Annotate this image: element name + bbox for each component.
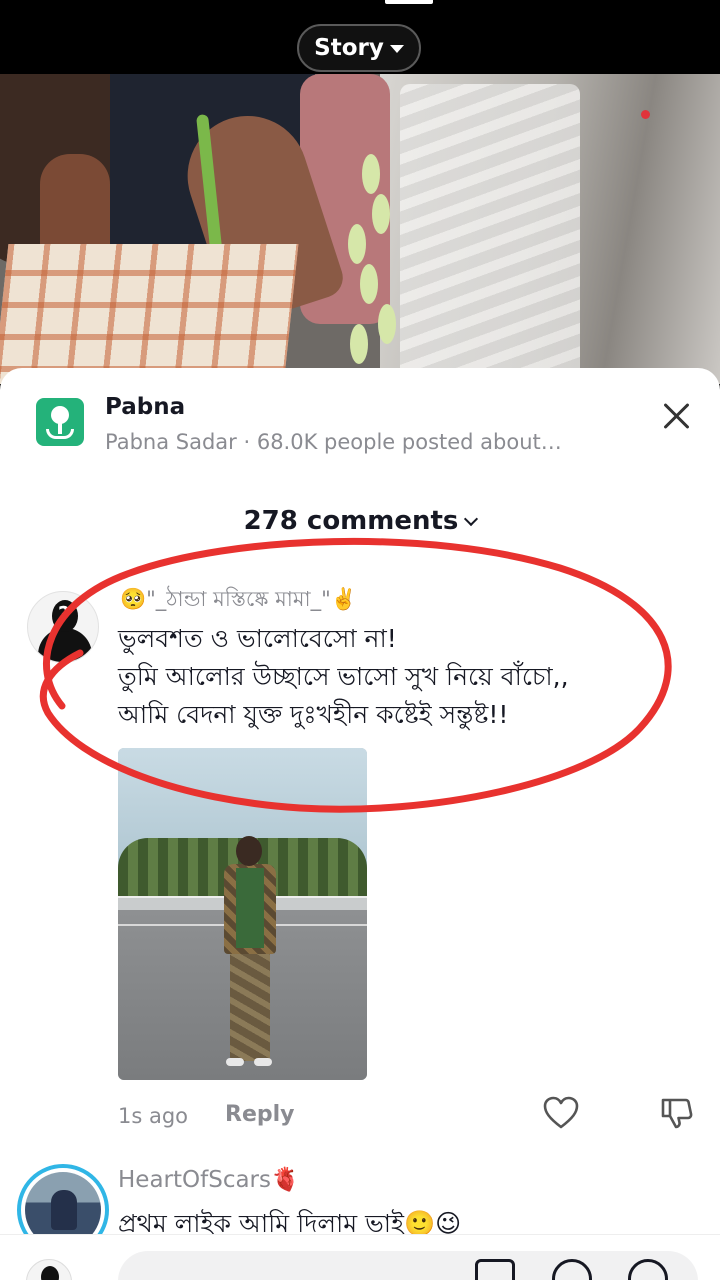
location-subtitle[interactable]: Pabna Sadar · 68.0K people posted about… <box>105 430 625 454</box>
reply-button[interactable]: Reply <box>225 1102 295 1127</box>
recording-dot <box>641 110 650 119</box>
image-icon[interactable] <box>475 1259 515 1280</box>
map-pin-icon[interactable] <box>36 398 84 446</box>
chevron-down-icon <box>464 511 479 527</box>
add-comment-input[interactable] <box>118 1251 698 1280</box>
caret-down-icon <box>389 45 404 53</box>
close-icon[interactable] <box>656 396 696 436</box>
top-bar: Story <box>0 0 720 74</box>
comments-sheet: Pabna Pabna Sadar · 68.0K people posted … <box>0 368 720 1280</box>
comment-text: ভুলবশত ও ভালোবেসো না! তুমি আলোর উচ্ছাসে … <box>118 624 569 729</box>
thumbs-down-icon[interactable] <box>659 1094 695 1130</box>
location-title[interactable]: Pabna <box>105 394 185 420</box>
comment-timestamp: 1s ago <box>118 1104 189 1128</box>
comments-sort-button[interactable]: 278 comments <box>0 506 720 536</box>
comment-image[interactable] <box>118 748 367 1080</box>
avatar[interactable]: ? <box>27 591 99 663</box>
status-indicator <box>385 0 433 4</box>
comments-count: 278 comments <box>243 506 459 536</box>
background-video-frame[interactable] <box>0 74 720 384</box>
add-comment-bar <box>0 1234 720 1280</box>
story-label: Story <box>314 35 384 61</box>
comment-username[interactable]: 🥺"_ঠান্ডা মস্তিষ্কে মামা_"✌️ <box>120 583 357 618</box>
comment-username[interactable]: HeartOfScars🫀 <box>118 1166 300 1193</box>
heart-icon[interactable] <box>543 1096 579 1130</box>
story-dropdown-button[interactable]: Story <box>297 24 421 72</box>
avatar <box>26 1259 72 1280</box>
